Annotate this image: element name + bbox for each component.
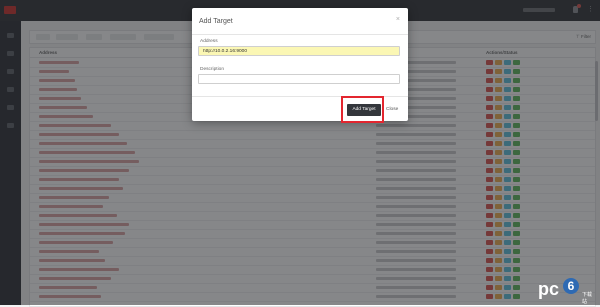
watermark-logo: pc 6 下载站 xyxy=(538,278,596,305)
address-label: Address xyxy=(200,39,218,44)
close-button[interactable]: Close xyxy=(386,107,398,112)
watermark-circle: 6 xyxy=(563,278,579,294)
watermark-text: pc xyxy=(538,279,560,299)
dialog-title: Add Target xyxy=(199,18,233,25)
dialog-header-divider xyxy=(192,34,408,35)
watermark-subtext: 下载站 xyxy=(582,292,593,305)
description-label: Description xyxy=(200,67,224,72)
highlight-box xyxy=(341,96,384,123)
address-input[interactable] xyxy=(198,46,400,56)
description-input[interactable] xyxy=(198,74,400,84)
close-icon[interactable]: × xyxy=(396,16,400,23)
